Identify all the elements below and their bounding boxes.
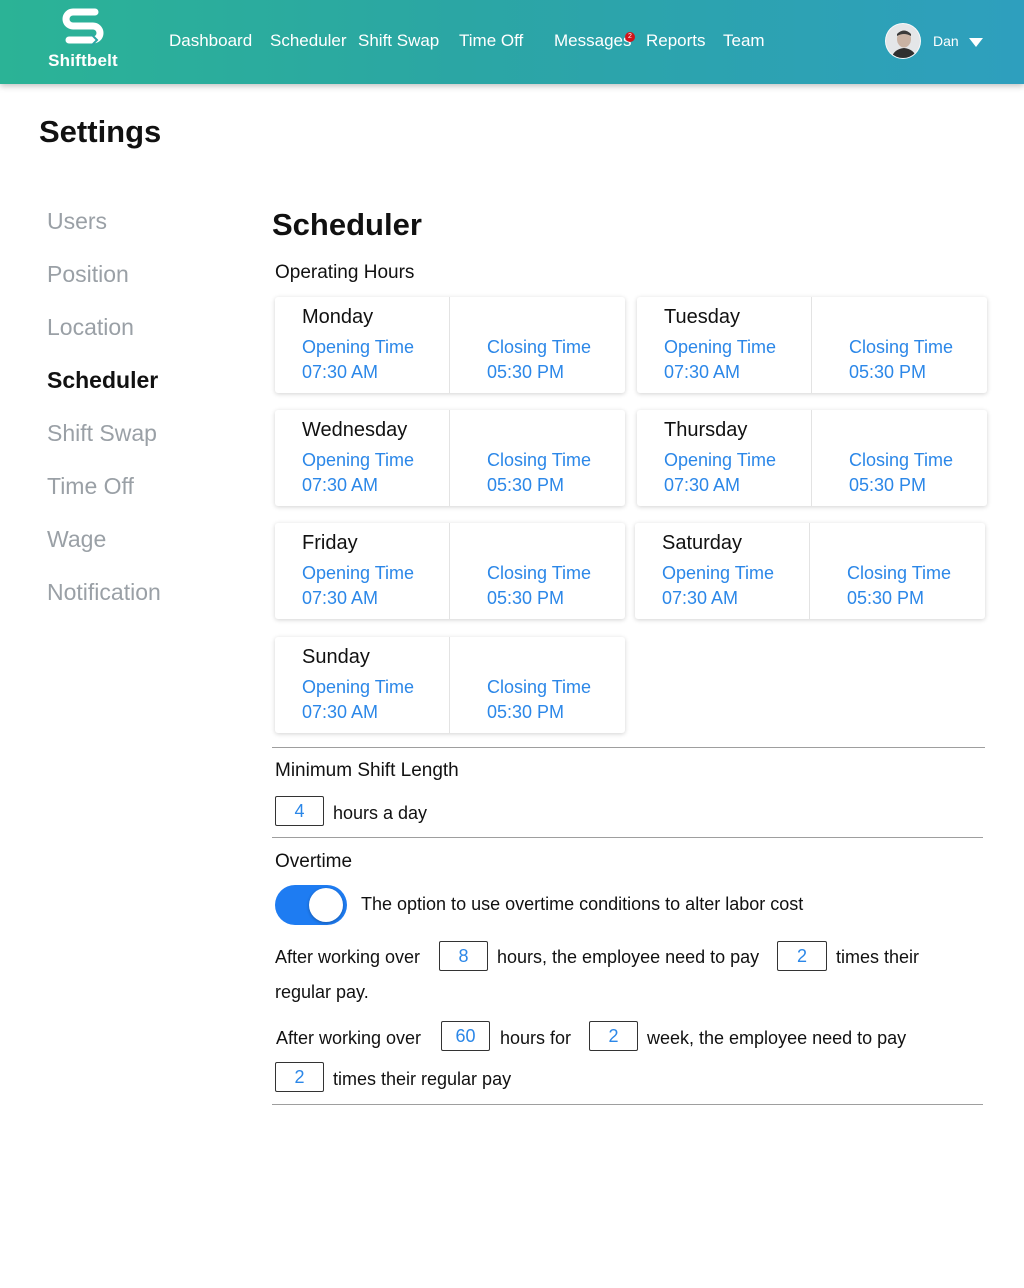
closing-time-value[interactable]: 05:30 PM: [847, 588, 924, 609]
day-name: Saturday: [662, 532, 743, 554]
closing-time-label: Closing Time: [849, 450, 954, 470]
opening-time-value[interactable]: 07:30 AM: [302, 588, 378, 609]
closing-time-label: Closing Time: [847, 563, 952, 583]
closing-time-value[interactable]: 05:30 PM: [487, 702, 564, 723]
closing-time-value[interactable]: 05:30 PM: [487, 588, 564, 609]
opening-time-value[interactable]: 07:30 AM: [302, 702, 378, 723]
min-shift-suffix: hours a day: [333, 803, 428, 823]
rule2-prefix: After working over: [276, 1028, 422, 1048]
section-divider: [272, 747, 985, 748]
day-card-thursday: Thursday Opening Time 07:30 AM Closing T…: [637, 410, 987, 506]
nav-time-off[interactable]: Time Off: [459, 31, 523, 51]
chevron-down-icon[interactable]: [969, 38, 983, 47]
day-name: Wednesday: [302, 419, 408, 441]
day-card-monday: Monday Opening Time 07:30 AM Closing Tim…: [275, 297, 625, 393]
section-divider: [272, 1104, 983, 1105]
nav-team[interactable]: Team: [723, 31, 765, 51]
closing-time-label: Closing Time: [849, 337, 954, 357]
rule1-suffix-line2: regular pay.: [275, 982, 369, 1002]
page-title: Settings: [39, 114, 162, 149]
opening-time-label: Opening Time: [664, 337, 777, 357]
nav-shift-swap[interactable]: Shift Swap: [358, 31, 439, 51]
card-divider: [449, 410, 450, 506]
closing-time-value[interactable]: 05:30 PM: [849, 362, 926, 383]
card-divider: [811, 297, 812, 393]
day-card-wednesday: Wednesday Opening Time 07:30 AM Closing …: [275, 410, 625, 506]
day-name: Sunday: [302, 646, 370, 668]
rule1-hours-input[interactable]: [439, 941, 488, 971]
closing-time-value[interactable]: 05:30 PM: [849, 475, 926, 496]
sidebar-item-position[interactable]: Position: [47, 261, 129, 288]
logo-text: Shiftbelt: [48, 51, 118, 70]
day-name: Friday: [302, 532, 358, 554]
shiftbelt-logo-icon: [62, 8, 104, 46]
sidebar-item-scheduler[interactable]: Scheduler: [47, 367, 158, 394]
min-shift-hours-input[interactable]: [275, 796, 324, 826]
closing-time-label: Closing Time: [487, 337, 592, 357]
closing-time-label: Closing Time: [487, 563, 592, 583]
nav-scheduler[interactable]: Scheduler: [270, 31, 347, 51]
opening-time-label: Opening Time: [664, 450, 777, 470]
rule1-suffix: times their: [836, 947, 920, 967]
top-navigation-bar: Shiftbelt Dashboard Scheduler Shift Swap…: [0, 0, 1024, 84]
min-shift-label: Minimum Shift Length: [275, 760, 459, 781]
toggle-knob: [309, 888, 343, 922]
user-name[interactable]: Dan: [933, 33, 959, 49]
overtime-label: Overtime: [275, 851, 353, 872]
opening-time-value[interactable]: 07:30 AM: [664, 475, 740, 496]
closing-time-value[interactable]: 05:30 PM: [487, 475, 564, 496]
rule2-weeks-input[interactable]: [589, 1021, 638, 1051]
rule2-multiplier-input[interactable]: [275, 1062, 324, 1092]
day-name: Monday: [302, 306, 374, 328]
closing-time-label: Closing Time: [487, 450, 592, 470]
closing-time-value[interactable]: 05:30 PM: [487, 362, 564, 383]
rule2-after-weeks: week, the employee need to pay: [647, 1028, 907, 1048]
opening-time-label: Opening Time: [662, 563, 775, 583]
card-divider: [811, 410, 812, 506]
messages-badge: 2: [625, 32, 635, 42]
day-name: Tuesday: [664, 306, 740, 328]
rule2-middle: hours for: [500, 1028, 572, 1048]
opening-time-label: Opening Time: [302, 450, 415, 470]
sidebar-item-notification[interactable]: Notification: [47, 579, 161, 606]
shiftbelt-logo[interactable]: Shiftbelt: [44, 8, 122, 72]
sidebar-item-time-off[interactable]: Time Off: [47, 473, 134, 500]
rule1-middle: hours, the employee need to pay: [497, 947, 760, 967]
opening-time-value[interactable]: 07:30 AM: [664, 362, 740, 383]
user-avatar[interactable]: [885, 23, 921, 59]
rule1-multiplier-input[interactable]: [777, 941, 827, 971]
section-title: Scheduler: [272, 207, 422, 242]
nav-reports[interactable]: Reports: [646, 31, 706, 51]
operating-hours-label: Operating Hours: [275, 262, 415, 283]
overtime-toggle[interactable]: [275, 885, 347, 925]
avatar-person-icon: [886, 24, 920, 58]
section-divider: [272, 837, 983, 838]
opening-time-label: Opening Time: [302, 337, 415, 357]
card-divider: [809, 523, 810, 619]
rule2-suffix: times their regular pay: [333, 1069, 512, 1089]
opening-time-value[interactable]: 07:30 AM: [302, 475, 378, 496]
opening-time-value[interactable]: 07:30 AM: [302, 362, 378, 383]
card-divider: [449, 297, 450, 393]
card-divider: [449, 523, 450, 619]
nav-dashboard[interactable]: Dashboard: [169, 31, 252, 51]
rule1-prefix: After working over: [275, 947, 421, 967]
day-name: Thursday: [664, 419, 748, 441]
nav-messages[interactable]: Messages: [554, 31, 631, 51]
sidebar-item-location[interactable]: Location: [47, 314, 134, 341]
day-card-tuesday: Tuesday Opening Time 07:30 AM Closing Ti…: [637, 297, 987, 393]
sidebar-item-shift-swap[interactable]: Shift Swap: [47, 420, 157, 447]
day-card-friday: Friday Opening Time 07:30 AM Closing Tim…: [275, 523, 625, 619]
sidebar-item-users[interactable]: Users: [47, 208, 107, 235]
overtime-toggle-text: The option to use overtime conditions to…: [361, 894, 804, 914]
opening-time-label: Opening Time: [302, 677, 415, 697]
sidebar-item-wage[interactable]: Wage: [47, 526, 106, 553]
card-divider: [449, 637, 450, 733]
rule2-hours-input[interactable]: [441, 1021, 490, 1051]
day-card-sunday: Sunday Opening Time 07:30 AM Closing Tim…: [275, 637, 625, 733]
opening-time-value[interactable]: 07:30 AM: [662, 588, 738, 609]
opening-time-label: Opening Time: [302, 563, 415, 583]
closing-time-label: Closing Time: [487, 677, 592, 697]
day-card-saturday: Saturday Opening Time 07:30 AM Closing T…: [635, 523, 985, 619]
